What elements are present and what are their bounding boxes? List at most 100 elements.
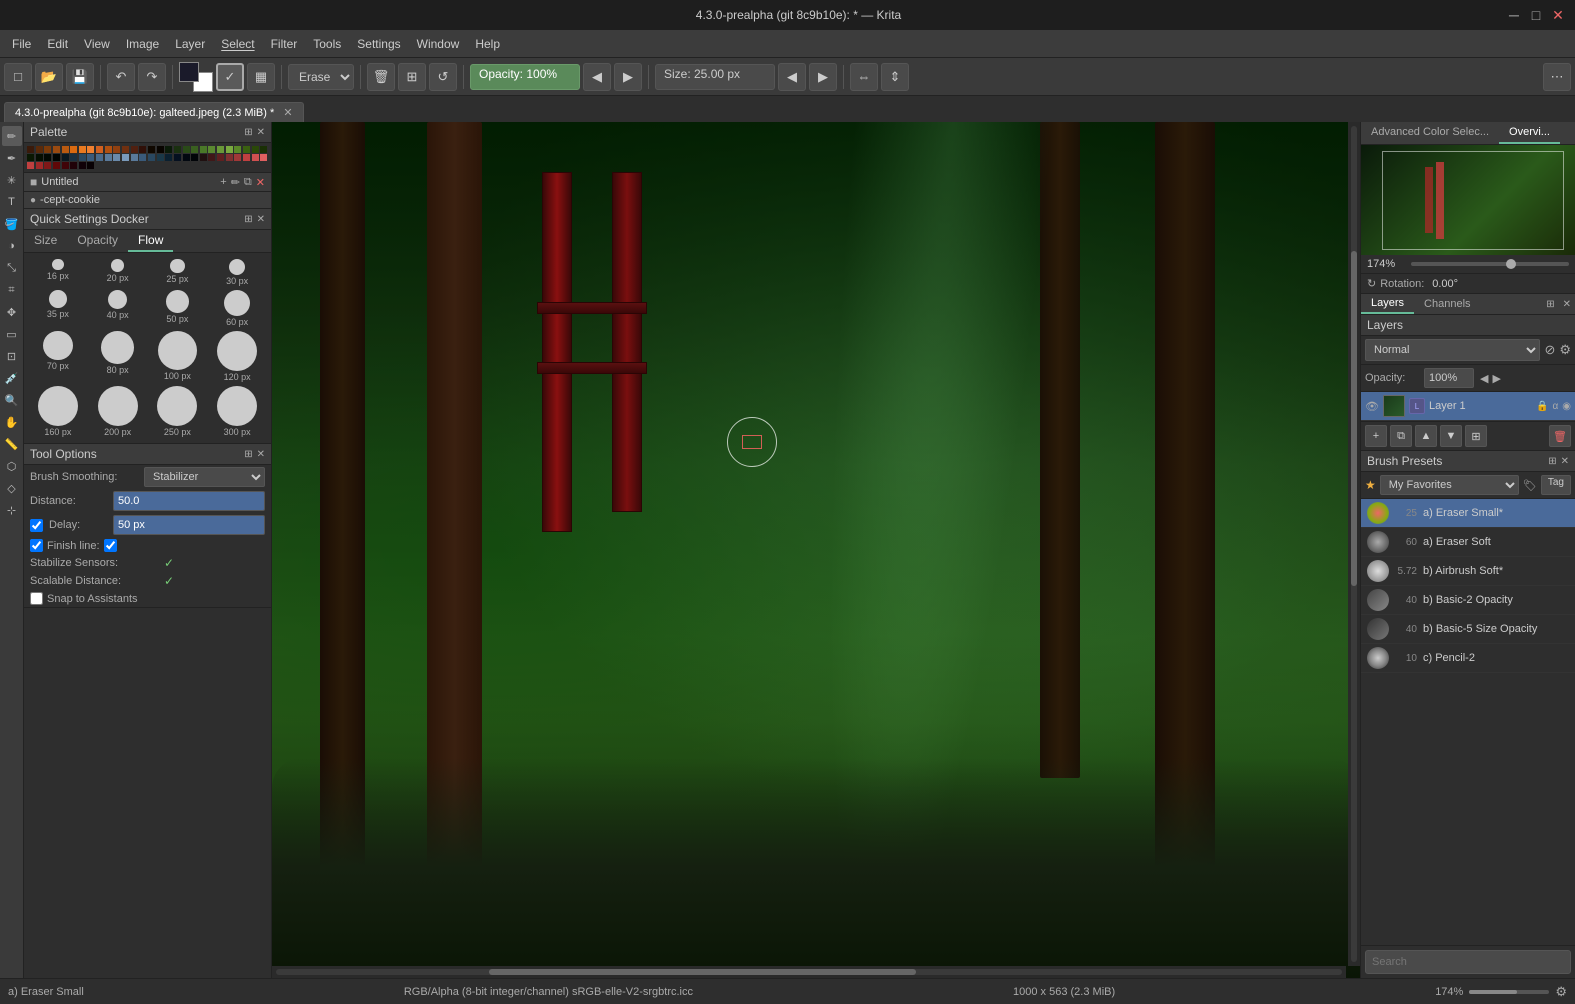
- menu-file[interactable]: File: [4, 35, 39, 53]
- qs-tab-flow[interactable]: Flow: [128, 230, 173, 252]
- brush-size-item[interactable]: 25 px: [150, 259, 206, 286]
- palette-swatch[interactable]: [27, 154, 34, 161]
- palette-swatch[interactable]: [139, 154, 146, 161]
- palette-swatch[interactable]: [148, 154, 155, 161]
- brush-size-item[interactable]: 30 px: [209, 259, 265, 286]
- palette-swatch[interactable]: [217, 154, 224, 161]
- palette-swatch[interactable]: [157, 146, 164, 153]
- palette-swatch[interactable]: [44, 154, 51, 161]
- bp-item-1[interactable]: 25 a) Eraser Small*: [1361, 499, 1575, 528]
- palette-swatch[interactable]: [252, 154, 259, 161]
- vscroll-thumb[interactable]: [1351, 251, 1357, 585]
- palette-swatch[interactable]: [53, 146, 60, 153]
- palette-swatch[interactable]: [191, 146, 198, 153]
- statusbar-zoom-slider[interactable]: [1469, 990, 1549, 994]
- palette-swatch[interactable]: [79, 162, 86, 169]
- palette-swatch[interactable]: [36, 146, 43, 153]
- tag-icon[interactable]: 🏷: [1523, 479, 1537, 492]
- palette-swatch[interactable]: [27, 146, 34, 153]
- layers-close-icon[interactable]: ✕: [1559, 299, 1575, 310]
- bp-item-3[interactable]: 5.72 b) Airbrush Soft*: [1361, 557, 1575, 586]
- edit-brush-icon[interactable]: ✏: [231, 176, 240, 189]
- smoothing-combo[interactable]: Stabilizer: [144, 467, 265, 487]
- palette-swatch[interactable]: [44, 146, 51, 153]
- finishline-check2[interactable]: [104, 539, 117, 552]
- bp-close-icon[interactable]: ✕: [1561, 456, 1569, 467]
- palette-swatch[interactable]: [87, 146, 94, 153]
- palette-swatch[interactable]: [53, 162, 60, 169]
- move-down-button[interactable]: ▼: [1440, 425, 1462, 447]
- maximize-button[interactable]: □: [1529, 8, 1543, 22]
- brush-size-item[interactable]: 20 px: [90, 259, 146, 286]
- mirror-v-button[interactable]: ⇕: [881, 63, 909, 91]
- bp-item-6[interactable]: 10 c) Pencil-2: [1361, 644, 1575, 673]
- menu-window[interactable]: Window: [409, 35, 468, 53]
- clone-brush-icon[interactable]: ⧉: [244, 176, 252, 189]
- palette-swatch[interactable]: [226, 146, 233, 153]
- palette-swatch[interactable]: [183, 154, 190, 161]
- qs-expand-icon[interactable]: ⊞: [244, 214, 252, 225]
- opacity-dec[interactable]: ◀: [1480, 372, 1488, 385]
- bp-item-2[interactable]: 60 a) Eraser Soft: [1361, 528, 1575, 557]
- bp-item-4[interactable]: 40 b) Basic-2 Opacity: [1361, 586, 1575, 615]
- canvas-area[interactable]: [272, 122, 1360, 978]
- search-input[interactable]: [1365, 950, 1571, 974]
- wrap-button[interactable]: ⊞: [398, 63, 426, 91]
- palette-swatch[interactable]: [44, 162, 51, 169]
- opacity-up[interactable]: ▶: [614, 63, 642, 91]
- palette-swatch[interactable]: [96, 146, 103, 153]
- palette-swatch[interactable]: [131, 154, 138, 161]
- tool-transform[interactable]: ⤡: [2, 258, 22, 278]
- palette-swatch[interactable]: [122, 154, 129, 161]
- palette-swatch[interactable]: [217, 146, 224, 153]
- qs-tab-opacity[interactable]: Opacity: [67, 230, 128, 252]
- opacity-down[interactable]: ◀: [583, 63, 611, 91]
- layer-item-1[interactable]: 👁 L Layer 1 🔒 α ◉: [1361, 392, 1575, 421]
- tag-button[interactable]: Tag: [1541, 475, 1571, 495]
- vertical-scrollbar[interactable]: [1348, 122, 1360, 966]
- menu-select[interactable]: Select: [213, 35, 262, 53]
- size-down[interactable]: ◀: [778, 63, 806, 91]
- tool-crop[interactable]: ⌗: [2, 280, 22, 300]
- menu-help[interactable]: Help: [467, 35, 508, 53]
- hscroll-thumb[interactable]: [489, 969, 915, 975]
- layer-vis-icon[interactable]: 👁: [1365, 400, 1379, 413]
- palette-swatch[interactable]: [70, 162, 77, 169]
- blend-filter-icon[interactable]: ⊘: [1544, 342, 1555, 358]
- titlebar-controls[interactable]: ─ □ ✕: [1507, 8, 1565, 22]
- statusbar-settings-icon[interactable]: ⚙: [1555, 984, 1567, 1000]
- palette-swatch[interactable]: [96, 154, 103, 161]
- palette-swatch[interactable]: [191, 154, 198, 161]
- palette-swatch[interactable]: [113, 154, 120, 161]
- palette-close-icon[interactable]: ✕: [257, 127, 265, 138]
- brush-size-item[interactable]: 200 px: [90, 386, 146, 437]
- refresh-button[interactable]: ↺: [429, 63, 457, 91]
- palette-swatch[interactable]: [165, 154, 172, 161]
- brush-size-item[interactable]: 300 px: [209, 386, 265, 437]
- tool-select-rect[interactable]: ▭: [2, 324, 22, 344]
- palette-swatch[interactable]: [200, 154, 207, 161]
- mirror-h-button[interactable]: ⇔: [850, 63, 878, 91]
- palette-swatch[interactable]: [62, 162, 69, 169]
- brush-preset-button[interactable]: ✓: [216, 63, 244, 91]
- tool-zoom[interactable]: 🔍: [2, 390, 22, 410]
- opacity-inc[interactable]: ▶: [1492, 372, 1500, 385]
- brush-size-item[interactable]: 35 px: [30, 290, 86, 327]
- doc-tab-main[interactable]: 4.3.0-prealpha (git 8c9b10e): galteed.jp…: [4, 102, 304, 122]
- palette-swatch[interactable]: [234, 154, 241, 161]
- brush-size-item[interactable]: 100 px: [150, 331, 206, 382]
- brush-size-item[interactable]: 250 px: [150, 386, 206, 437]
- open-button[interactable]: 📂: [35, 63, 63, 91]
- palette-swatch[interactable]: [36, 154, 43, 161]
- delay-checkbox[interactable]: [30, 519, 43, 532]
- palette-swatch[interactable]: [252, 146, 259, 153]
- new-document-button[interactable]: □: [4, 63, 32, 91]
- menu-image[interactable]: Image: [118, 35, 167, 53]
- tab-channels[interactable]: Channels: [1414, 295, 1480, 313]
- palette-swatch[interactable]: [234, 146, 241, 153]
- save-button[interactable]: 💾: [66, 63, 94, 91]
- bp-item-5[interactable]: 40 b) Basic-5 Size Opacity: [1361, 615, 1575, 644]
- palette-swatch[interactable]: [79, 154, 86, 161]
- pattern-button[interactable]: ▦: [247, 63, 275, 91]
- tool-fill[interactable]: 🪣: [2, 214, 22, 234]
